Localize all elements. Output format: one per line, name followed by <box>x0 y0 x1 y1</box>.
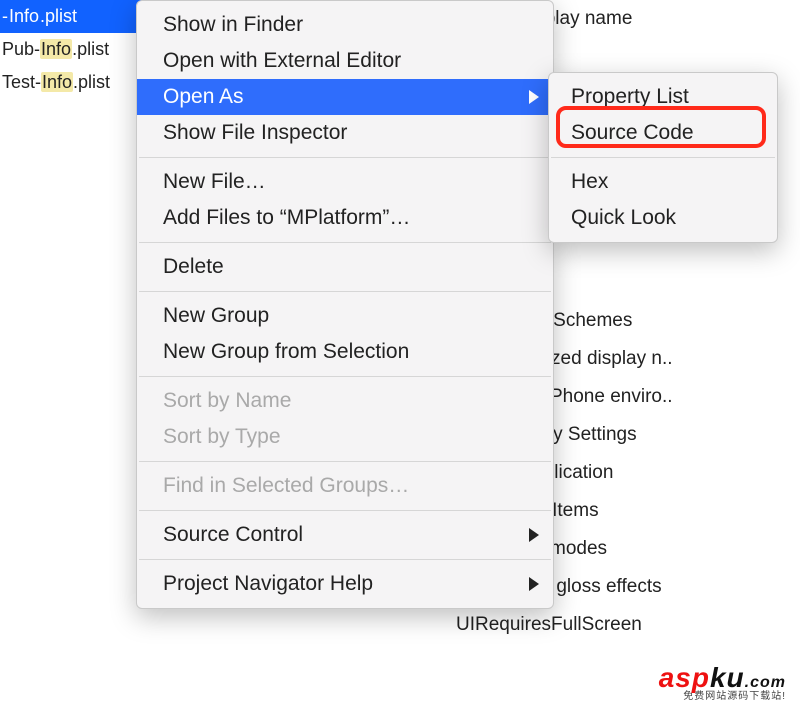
watermark-part-b: ku <box>710 662 745 693</box>
file-prefix: Test- <box>2 72 41 92</box>
menu-separator <box>139 559 551 560</box>
menu-separator <box>139 461 551 462</box>
menu-show-file-inspector[interactable]: Show File Inspector <box>137 115 553 151</box>
submenu-source-code[interactable]: Source Code <box>549 115 777 151</box>
submenu-arrow-icon <box>529 90 539 104</box>
watermark-sub: 免费网站源码下载站! <box>659 692 786 702</box>
submenu-quick-look[interactable]: Quick Look <box>549 200 777 236</box>
menu-separator <box>139 510 551 511</box>
file-suffix: .plist <box>73 72 110 92</box>
menu-source-control[interactable]: Source Control <box>137 517 553 553</box>
menu-new-group-from-selection[interactable]: New Group from Selection <box>137 334 553 370</box>
menu-separator <box>139 291 551 292</box>
file-highlight: Info <box>40 39 72 59</box>
menu-sort-by-name: Sort by Name <box>137 383 553 419</box>
submenu-property-list[interactable]: Property List <box>549 79 777 115</box>
menu-separator <box>139 376 551 377</box>
menu-new-group[interactable]: New Group <box>137 298 553 334</box>
submenu-arrow-icon <box>529 577 539 591</box>
context-menu: Show in Finder Open with External Editor… <box>136 0 554 609</box>
menu-show-in-finder[interactable]: Show in Finder <box>137 7 553 43</box>
file-prefix: Pub- <box>2 39 40 59</box>
menu-nav-help-label: Project Navigator Help <box>163 572 373 595</box>
menu-sort-by-type: Sort by Type <box>137 419 553 455</box>
watermark-part-a: asp <box>659 662 710 693</box>
open-as-submenu: Property List Source Code Hex Quick Look <box>548 72 778 243</box>
menu-separator <box>139 242 551 243</box>
file-highlight: Info <box>8 6 40 26</box>
submenu-arrow-icon <box>529 528 539 542</box>
menu-open-as-label: Open As <box>163 85 244 108</box>
menu-open-external-editor[interactable]: Open with External Editor <box>137 43 553 79</box>
watermark-dot: .com <box>745 674 786 691</box>
submenu-hex[interactable]: Hex <box>549 164 777 200</box>
menu-project-navigator-help[interactable]: Project Navigator Help <box>137 566 553 602</box>
file-highlight: Info <box>41 72 73 92</box>
file-suffix: .plist <box>40 6 77 26</box>
menu-separator <box>551 157 775 158</box>
menu-add-files[interactable]: Add Files to “MPlatform”… <box>137 200 553 236</box>
menu-source-control-label: Source Control <box>163 523 303 546</box>
menu-separator <box>139 157 551 158</box>
watermark-logo: aspku.com 免费网站源码下载站! <box>659 664 786 702</box>
menu-find-in-selected-groups: Find in Selected Groups… <box>137 468 553 504</box>
menu-delete[interactable]: Delete <box>137 249 553 285</box>
menu-open-as[interactable]: Open As <box>137 79 553 115</box>
file-suffix: .plist <box>72 39 109 59</box>
xcode-context-screenshot: Bundle display name e file ntifier sion … <box>0 0 800 720</box>
plist-row: UIRequiresFullScreen <box>450 606 800 644</box>
menu-new-file[interactable]: New File… <box>137 164 553 200</box>
